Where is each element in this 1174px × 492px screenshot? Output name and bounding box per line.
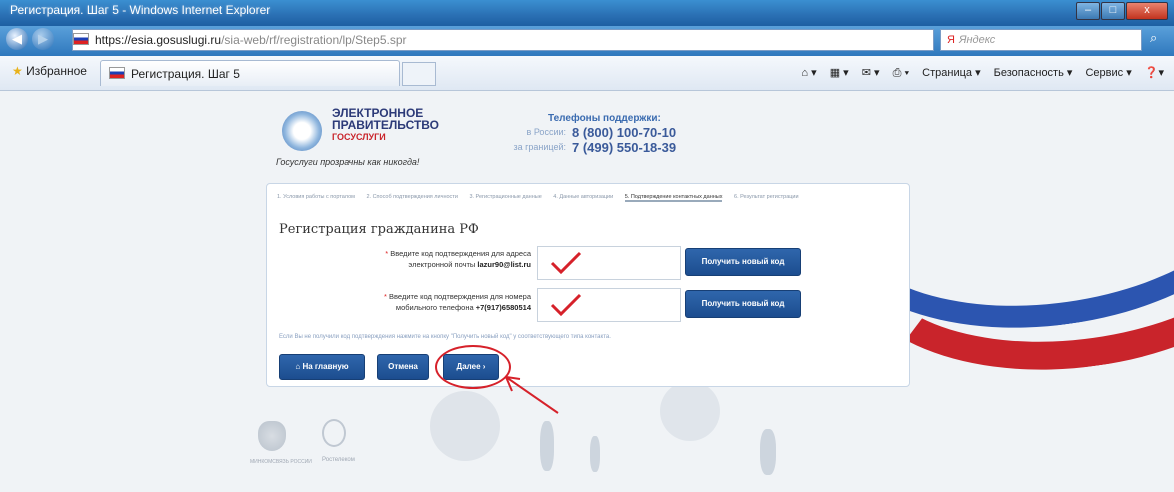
annotation-arrow-icon: [505, 376, 559, 414]
title-bar: Регистрация. Шаг 5 - Windows Internet Ex…: [0, 0, 1174, 26]
russia-label: в России:: [526, 127, 566, 137]
new-tab-button[interactable]: [402, 62, 436, 86]
ministry-label: МИНКОМСВЯЗЬ РОССИИ: [250, 459, 312, 465]
decorative-tree: [660, 381, 720, 441]
site-header: ЭЛЕКТРОННОЕ ПРАВИТЕЛЬСТВО ГОСУСЛУГИ Госу…: [270, 93, 830, 173]
favorites-label: Избранное: [26, 64, 87, 78]
step-2: 2. Способ подтверждения личности: [366, 194, 458, 200]
registration-card: 1. Условия работы с порталом 2. Способ п…: [266, 183, 910, 389]
security-menu[interactable]: Безопасность ▾: [994, 67, 1073, 79]
phone-new-code-button[interactable]: Получить новый код: [685, 290, 801, 318]
logo-line-3: ГОСУСЛУГИ: [332, 132, 386, 142]
star-icon: ★: [12, 64, 23, 78]
page-title: Регистрация гражданина РФ: [279, 222, 479, 237]
favorites-button[interactable]: ★ Избранное: [12, 64, 87, 78]
forward-icon[interactable]: ▶: [32, 28, 54, 50]
rostelecom-logo-icon[interactable]: [322, 419, 346, 447]
window-controls: ‒ □ x: [1075, 2, 1168, 20]
phone-code-input[interactable]: [537, 288, 681, 322]
email-value: lazur90@list.ru: [477, 260, 531, 269]
step-4: 4. Данные авторизации: [553, 194, 614, 200]
print-icon[interactable]: ⎙ ▾: [893, 67, 909, 79]
url-path: /sia-web/rf/registration/lp/Step5.spr: [221, 33, 407, 47]
tab-title: Регистрация. Шаг 5: [131, 67, 240, 81]
emblem-icon[interactable]: [258, 421, 286, 451]
tools-menu[interactable]: Сервис ▾: [1085, 67, 1131, 79]
decorative-figure: [540, 421, 554, 471]
home-icon[interactable]: ⌂ ▾: [801, 67, 816, 79]
step-indicator: 1. Условия работы с порталом 2. Способ п…: [277, 194, 897, 206]
support-title: Телефоны поддержки:: [548, 113, 661, 124]
mail-icon[interactable]: ✉ ▾: [862, 67, 880, 79]
url-host: https://esia.gosuslugi.ru: [95, 33, 222, 47]
logo-line-2: ПРАВИТЕЛЬСТВО: [332, 118, 440, 132]
decorative-figure: [590, 436, 600, 472]
minimize-button[interactable]: ‒: [1076, 2, 1100, 20]
search-icon[interactable]: ⌕: [1150, 30, 1157, 46]
russian-flag-icon: [109, 67, 125, 79]
window-title: Регистрация. Шаг 5 - Windows Internet Ex…: [10, 3, 271, 17]
address-toolbar: ◀ ▶ https://esia.gosuslugi.ru/sia-web/rf…: [0, 26, 1174, 56]
checkmark-icon: [550, 293, 582, 317]
favorites-bar: ★ Избранное Регистрация. Шаг 5 ⌂ ▾ ▦ ▾ ✉…: [0, 56, 1174, 91]
feeds-icon[interactable]: ▦ ▾: [830, 67, 849, 79]
address-input[interactable]: https://esia.gosuslugi.ru/sia-web/rf/reg…: [72, 29, 934, 51]
decorative-figure: [760, 429, 776, 475]
back-icon[interactable]: ◀: [6, 28, 28, 50]
cancel-button[interactable]: Отмена: [377, 354, 429, 380]
gosuslugi-logo-icon[interactable]: [282, 111, 322, 151]
help-icon[interactable]: ❓▾: [1145, 67, 1164, 79]
checkmark-icon: [550, 251, 582, 275]
abroad-phone: 7 (499) 550-18-39: [572, 140, 677, 155]
email-code-input[interactable]: [537, 246, 681, 280]
step-6: 6. Результат регистрации: [734, 194, 799, 200]
phone-value: +7(917)6580514: [475, 303, 531, 312]
yandex-icon: Я: [947, 34, 955, 46]
hint-text: Если Вы не получили код подтверждения на…: [279, 334, 611, 340]
russian-flag-icon: [73, 33, 89, 45]
operator-label: Ростелеком: [322, 457, 355, 463]
russia-phone: 8 (800) 100-70-10: [572, 125, 677, 140]
tagline: Госуслуги прозрачны как никогда!: [276, 157, 420, 167]
search-input[interactable]: Я Яндекс: [940, 29, 1142, 51]
command-bar: ⌂ ▾ ▦ ▾ ✉ ▾ ⎙ ▾ Страница ▾ Безопасность …: [791, 66, 1164, 80]
abroad-label: за границей:: [513, 142, 566, 152]
page-menu[interactable]: Страница ▾: [922, 67, 980, 79]
page-content: ЭЛЕКТРОННОЕ ПРАВИТЕЛЬСТВО ГОСУСЛУГИ Госу…: [0, 91, 1174, 492]
maximize-button[interactable]: □: [1101, 2, 1125, 20]
step-5-current: 5. Подтверждение контактных данных: [624, 194, 723, 202]
email-new-code-button[interactable]: Получить новый код: [685, 248, 801, 276]
step-3: 3. Регистрационные данные: [469, 194, 542, 200]
home-button[interactable]: ⌂ На главную: [279, 354, 365, 380]
browser-tab[interactable]: Регистрация. Шаг 5: [100, 60, 400, 86]
search-placeholder: Яндекс: [958, 34, 996, 46]
step-1: 1. Условия работы с порталом: [277, 194, 355, 200]
close-button[interactable]: x: [1126, 2, 1168, 20]
email-code-label: * Введите код подтверждения для адреса э…: [385, 249, 531, 269]
phone-code-label: * Введите код подтверждения для номера м…: [384, 292, 531, 312]
